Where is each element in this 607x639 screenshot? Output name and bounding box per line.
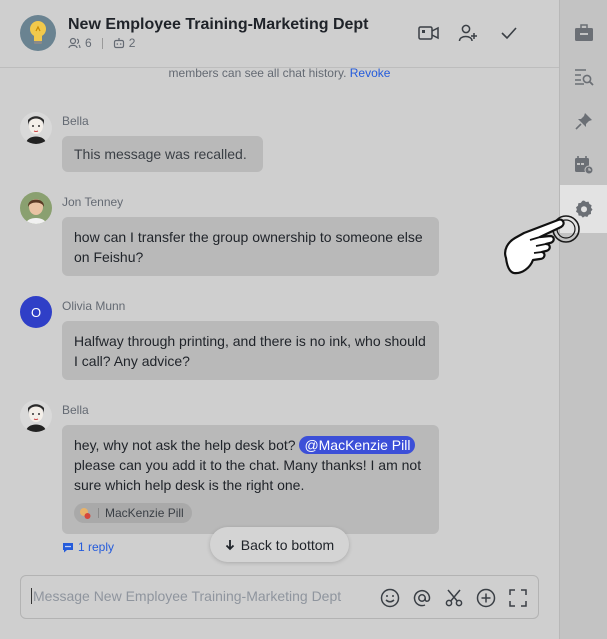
bot-icon [113, 38, 124, 49]
avatar-jon-tenney[interactable] [20, 192, 52, 224]
chat-panel: New Employee Training-Marketing Dept 6 2… [0, 0, 559, 639]
search-history-icon[interactable] [560, 53, 607, 101]
group-avatar[interactable] [20, 15, 56, 51]
message-text-part: please can you add it to the chat. Many … [74, 457, 422, 493]
mention-tag[interactable]: @MacKenzie Pill [299, 436, 416, 454]
avatar-bella[interactable] [20, 400, 52, 432]
chat-header: New Employee Training-Marketing Dept 6 2 [0, 0, 559, 68]
avatar-bella[interactable] [20, 112, 52, 144]
bot-chip[interactable]: MacKenzie Pill [74, 503, 192, 523]
expand-icon[interactable] [507, 587, 529, 609]
sender-name: Jon Tenney [62, 195, 124, 209]
add-member-icon[interactable] [457, 22, 479, 44]
back-to-bottom-label: Back to bottom [240, 536, 335, 553]
back-to-bottom-button[interactable]: Back to bottom [210, 527, 349, 562]
message-text: Halfway through printing, and there is n… [74, 333, 426, 369]
sender-name: Bella [62, 403, 89, 417]
thread-reply-link[interactable]: 1 reply [62, 540, 114, 554]
right-toolbar [559, 0, 607, 639]
reply-icon [63, 542, 73, 552]
message-bubble-recalled[interactable]: This message was recalled. [62, 136, 263, 172]
bot-avatar-icon [80, 508, 91, 519]
reply-count: 1 reply [78, 540, 115, 554]
meta-divider [101, 37, 103, 49]
emoji-icon[interactable] [379, 587, 401, 609]
mention-icon[interactable] [411, 587, 433, 609]
sender-name: Olivia Munn [62, 299, 126, 313]
message-composer: Message New Employee Training-Marketing … [20, 575, 539, 619]
lightbulb-icon [30, 21, 46, 44]
calendar-icon[interactable] [560, 141, 607, 189]
message-bubble[interactable]: how can I transfer the group ownership t… [62, 217, 439, 276]
message-text: hey, why not ask the help desk bot? @Mac… [74, 435, 427, 495]
sender-name: Bella [62, 114, 89, 128]
message-input[interactable]: Message New Employee Training-Marketing … [31, 588, 371, 604]
scissors-icon[interactable] [443, 587, 465, 609]
briefcase-icon[interactable] [560, 9, 607, 57]
history-notice-text: members can see all chat history. [168, 66, 347, 80]
history-notice: members can see all chat history. Revoke [0, 66, 559, 80]
message-bubble[interactable]: Halfway through printing, and there is n… [62, 321, 439, 380]
message-text: This message was recalled. [74, 146, 247, 162]
avatar-olivia-munn[interactable]: O [20, 296, 52, 328]
arrow-down-icon [225, 539, 234, 550]
bot-count[interactable]: 2 [129, 36, 136, 50]
member-count[interactable]: 6 [85, 36, 92, 50]
message-text-part: hey, why not ask the help desk bot? [74, 437, 296, 453]
pointing-hand-cursor-icon [504, 215, 580, 275]
bot-chip-label: MacKenzie Pill [105, 506, 184, 520]
video-call-icon[interactable] [418, 22, 440, 44]
members-icon [68, 37, 81, 49]
message-bubble[interactable]: hey, why not ask the help desk bot? @Mac… [62, 425, 439, 534]
pin-icon[interactable] [560, 97, 607, 145]
revoke-link[interactable]: Revoke [350, 66, 391, 80]
chat-title: New Employee Training-Marketing Dept [68, 16, 369, 33]
avatar-initial: O [30, 304, 42, 320]
chat-meta: 6 2 [68, 36, 135, 50]
chip-divider [98, 508, 99, 518]
checkmark-icon[interactable] [498, 22, 520, 44]
plus-circle-icon[interactable] [475, 587, 497, 609]
message-text: how can I transfer the group ownership t… [74, 229, 423, 265]
